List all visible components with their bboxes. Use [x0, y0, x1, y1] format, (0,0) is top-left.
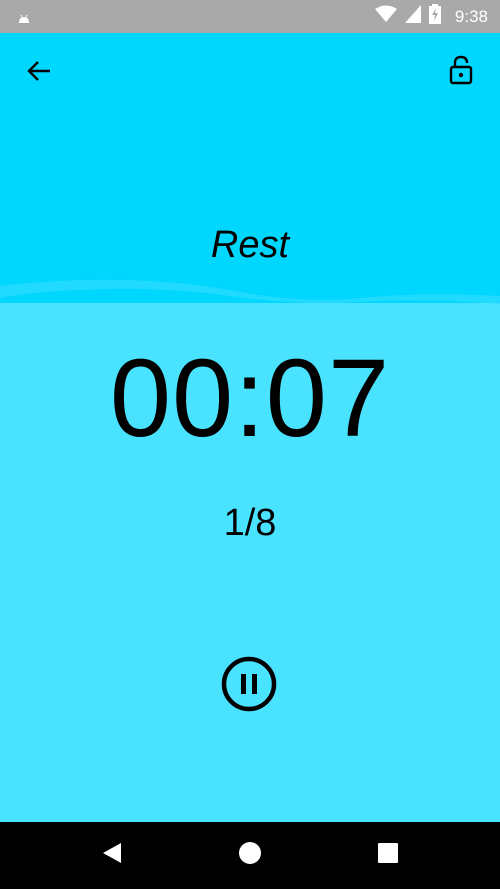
- lock-open-icon: [449, 55, 473, 90]
- arrow-back-icon: [26, 58, 52, 89]
- android-icon: [18, 11, 30, 29]
- battery-charging-icon: [428, 4, 441, 29]
- lock-button[interactable]: [444, 54, 478, 90]
- recents-square-icon: [378, 843, 398, 868]
- nav-recents-button[interactable]: [358, 822, 418, 889]
- home-circle-icon: [238, 841, 262, 870]
- round-counter: 1/8: [223, 502, 277, 544]
- pause-button[interactable]: [220, 655, 278, 718]
- nav-home-button[interactable]: [220, 822, 280, 889]
- timer-display: 00:07: [109, 337, 391, 460]
- status-time: 9:38: [454, 6, 488, 26]
- status-bar: 9:38: [0, 0, 500, 33]
- wifi-icon: [374, 5, 397, 28]
- back-button[interactable]: [22, 56, 56, 90]
- navigation-bar: [0, 822, 500, 889]
- signal-icon: [404, 5, 421, 28]
- wave-divider: [0, 268, 500, 304]
- phase-label: Rest: [210, 224, 290, 266]
- pause-circle-icon: [220, 655, 278, 718]
- back-triangle-icon: [101, 842, 123, 869]
- nav-back-button[interactable]: [82, 822, 142, 889]
